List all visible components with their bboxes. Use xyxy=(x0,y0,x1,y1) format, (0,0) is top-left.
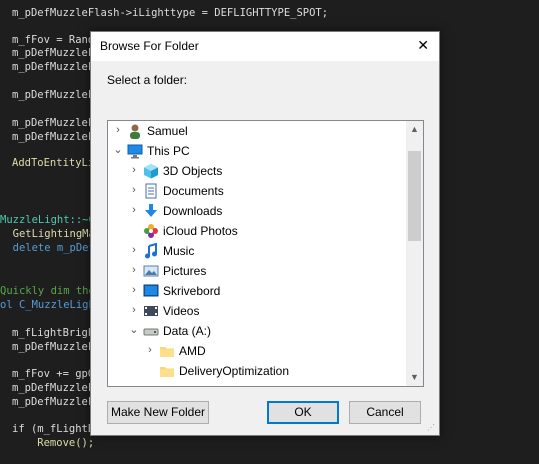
tree-item-label: 3D Objects xyxy=(163,164,223,178)
dialog-titlebar: Browse For Folder ✕ xyxy=(91,32,439,61)
chevron-right-icon[interactable]: › xyxy=(112,124,124,136)
code-line: m_fLightBrigh xyxy=(12,327,95,339)
tree-item-label: Music xyxy=(163,244,195,258)
tree-item-videos[interactable]: › Videos xyxy=(108,301,406,321)
music-icon xyxy=(143,242,159,259)
code-line: Quickly dim the xyxy=(0,285,95,297)
photos-icon xyxy=(143,223,159,239)
desktop-icon xyxy=(143,283,159,299)
code-line: m_fFov += gpG xyxy=(12,368,95,380)
close-icon[interactable]: ✕ xyxy=(417,37,429,54)
browse-for-folder-dialog: Browse For Folder ✕ Select a folder: › Sa… xyxy=(90,31,440,436)
code-line: m_pDefMuzzleF xyxy=(12,61,95,73)
tree-item-pictures[interactable]: › Pictures xyxy=(108,261,406,281)
tree-item-amd[interactable]: › AMD xyxy=(108,341,406,361)
folder-tree-rows: › Samuel ⌄ This PC › 3D Objects › Documents › Dow… xyxy=(108,121,406,386)
tree-item-label: Downloads xyxy=(163,204,223,218)
code-line: m_fFov = Rand xyxy=(12,34,95,46)
code-line: m_pDefMuzzleF xyxy=(12,89,95,101)
pictures-icon xyxy=(143,263,159,279)
code-line: m_pDefMuzzleF xyxy=(12,131,95,143)
code-line: GetLightingMa xyxy=(0,228,95,240)
code-line: if (m_fLightB xyxy=(12,423,95,435)
folder-icon xyxy=(159,363,175,379)
folder-tree[interactable]: › Samuel ⌄ This PC › 3D Objects › Documents › Dow… xyxy=(107,120,424,387)
dialog-title: Browse For Folder xyxy=(100,39,199,53)
scroll-thumb[interactable] xyxy=(408,151,421,241)
chevron-right-icon[interactable]: › xyxy=(128,284,140,296)
code-line: MuzzleLight::~C xyxy=(0,214,95,226)
tree-item-label: DeliveryOptimization xyxy=(179,364,290,378)
tree-item-downloads[interactable]: › Downloads xyxy=(108,201,406,221)
chevron-right-icon[interactable]: › xyxy=(128,264,140,276)
tree-item-documents[interactable]: › Documents xyxy=(108,181,406,201)
folder-icon xyxy=(159,343,175,359)
tree-item-this-pc[interactable]: ⌄ This PC xyxy=(108,141,406,161)
code-line: m_pDefMuzzleF xyxy=(12,382,95,394)
video-icon xyxy=(143,303,159,319)
select-folder-prompt: Select a folder: xyxy=(107,73,188,87)
cancel-button[interactable]: Cancel xyxy=(349,401,421,424)
tree-item-d[interactable]: ›D xyxy=(108,381,406,386)
code-line: m_pDefMuzzleF xyxy=(12,117,95,129)
chevron-right-icon[interactable]: › xyxy=(128,204,140,216)
tree-item-deliveryoptimization[interactable]: DeliveryOptimization xyxy=(108,361,406,381)
chevron-right-icon[interactable]: › xyxy=(144,384,156,386)
code-line: delete m_pDef xyxy=(0,242,95,254)
tree-item-label: Skrivebord xyxy=(163,284,221,298)
tree-scrollbar[interactable]: ▲ ▼ xyxy=(406,121,423,386)
tree-item-3d-objects[interactable]: › 3D Objects xyxy=(108,161,406,181)
drive-icon xyxy=(143,323,159,339)
cube-icon xyxy=(143,163,159,179)
chevron-down-icon[interactable]: ⌄ xyxy=(128,324,140,336)
tree-item-label: D xyxy=(179,384,188,386)
chevron-right-icon[interactable]: › xyxy=(128,164,140,176)
code-line: AddToEntityLi xyxy=(12,157,95,169)
tree-item-label: Videos xyxy=(163,304,200,318)
tree-item-label: Data (A:) xyxy=(163,324,212,338)
tree-item-label: Samuel xyxy=(147,124,188,138)
scroll-up-button[interactable]: ▲ xyxy=(406,121,423,138)
code-line: ol C_MuzzleLigh xyxy=(0,299,95,311)
tree-item-icloud-photos[interactable]: iCloud Photos xyxy=(108,221,406,241)
code-line: m_pDefMuzzleF xyxy=(12,396,95,408)
computer-icon xyxy=(127,143,143,159)
chevron-right-icon[interactable]: › xyxy=(128,184,140,196)
chevron-right-icon[interactable]: › xyxy=(128,304,140,316)
tree-item-data-a[interactable]: ⌄ Data (A:) xyxy=(108,321,406,341)
chevron-down-icon[interactable]: ⌄ xyxy=(112,144,124,156)
download-icon xyxy=(143,203,159,219)
code-line: m_pDefMuzzleFlash->iLighttype = DEFLIGHT… xyxy=(12,7,329,19)
code-line: m_pDefMuzzleF xyxy=(12,47,95,59)
tree-item-label: This PC xyxy=(147,144,190,158)
code-line: Remove(); xyxy=(12,437,95,449)
tree-item-label: Pictures xyxy=(163,264,207,278)
user-icon xyxy=(127,123,143,139)
tree-item-label: Documents xyxy=(163,184,224,198)
tree-item-samuel[interactable]: › Samuel xyxy=(108,121,406,141)
make-new-folder-button[interactable]: Make New Folder xyxy=(107,401,209,424)
chevron-right-icon[interactable]: › xyxy=(128,244,140,256)
tree-item-label: iCloud Photos xyxy=(163,224,238,238)
chevron-right-icon[interactable]: › xyxy=(144,344,156,356)
tree-item-music[interactable]: › Music xyxy=(108,241,406,261)
document-icon xyxy=(143,183,159,199)
tree-item-label: AMD xyxy=(179,344,206,358)
ok-button[interactable]: OK xyxy=(267,401,339,424)
scroll-down-button[interactable]: ▼ xyxy=(406,369,423,386)
tree-item-skrivebord[interactable]: › Skrivebord xyxy=(108,281,406,301)
code-line: m_pDefMuzzleF xyxy=(12,341,95,353)
resize-grip-icon[interactable]: ⋰ xyxy=(427,423,437,433)
folder-icon xyxy=(159,383,175,386)
